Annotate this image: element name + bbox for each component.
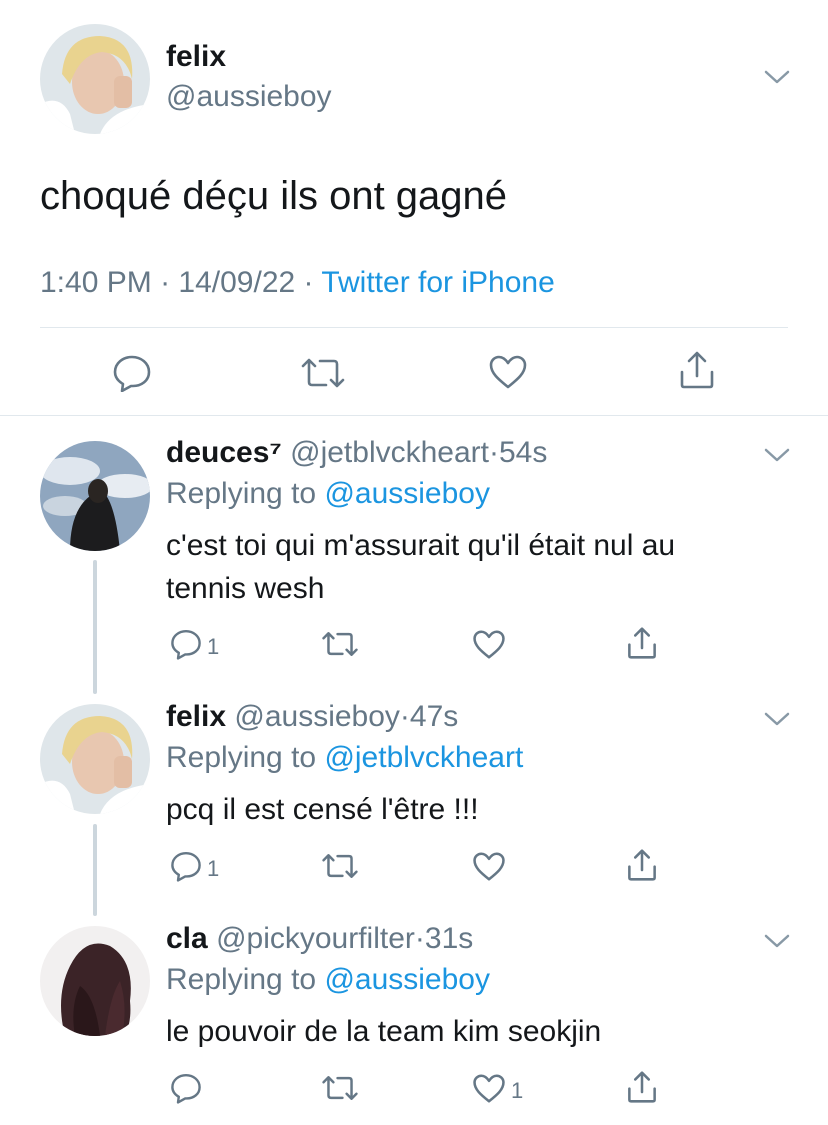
reply-3-handle[interactable]: @pickyourfilter [216,922,415,955]
avatar-deuces[interactable] [40,441,150,551]
reply-1-display-name[interactable]: deuces⁷ [166,436,282,469]
reply-2-header: felix @aussieboy·47s [166,700,458,734]
chevron-down-icon[interactable] [764,932,790,950]
heart-icon[interactable] [472,1073,506,1104]
reply-3-replying-to: Replying to @aussieboy [166,963,490,997]
reply-1-text-line-1: c'est toi qui m'assurait qu'il était nul… [166,529,676,562]
share-icon[interactable] [678,350,716,390]
retweet-icon[interactable] [300,356,346,390]
share-icon[interactable] [626,626,658,660]
thread-connector [93,824,97,916]
reply-bubble-icon[interactable] [170,850,202,882]
tweet-time: 1:40 PM [40,266,152,299]
reply-3-dot: · [414,922,425,955]
chevron-down-icon[interactable] [764,446,790,464]
avatar-felix[interactable] [40,704,150,814]
reply-bubble-icon[interactable] [112,354,152,392]
reply-1-header: deuces⁷ @jetblvckheart·54s [166,436,547,470]
replying-to-mention[interactable]: @jetblvckheart [324,741,523,774]
reply-3-age[interactable]: 31s [425,922,473,955]
reply-2-text: pcq il est censé l'être !!! [166,793,479,826]
thread-connector [93,560,97,694]
reply-1-replying-to: Replying to @aussieboy [166,477,490,511]
reply-2-dot: · [399,700,410,733]
meta-separator: · [160,266,171,299]
reply-2-handle[interactable]: @aussieboy [234,700,400,733]
retweet-icon[interactable] [321,630,359,658]
share-icon[interactable] [626,1070,658,1104]
reply-2-reply-count: 1 [207,856,220,881]
avatar-felix[interactable] [40,24,150,134]
reply-3-text: le pouvoir de la team kim seokjin [166,1015,602,1048]
reply-3-header: cla @pickyourfilter·31s [166,922,473,956]
divider [0,415,828,416]
replying-to-mention[interactable]: @aussieboy [324,963,490,996]
reply-2-display-name[interactable]: felix [166,700,226,733]
share-icon[interactable] [626,848,658,882]
replying-to-mention[interactable]: @aussieboy [324,477,490,510]
main-display-name[interactable]: felix [166,40,226,74]
chevron-down-icon[interactable] [764,68,790,86]
avatar-cla[interactable] [40,926,150,1036]
reply-bubble-icon[interactable] [170,628,202,660]
replying-to-label: Replying to [166,963,317,996]
reply-2-age[interactable]: 47s [410,700,458,733]
reply-bubble-icon[interactable] [170,1072,202,1104]
reply-1-reply-count: 1 [207,634,220,659]
reply-2-replying-to: Replying to @jetblvckheart [166,741,523,775]
tweet-source-link[interactable]: Twitter for iPhone [321,266,554,299]
replying-to-label: Replying to [166,477,317,510]
meta-separator: · [303,266,314,299]
tweet-meta: 1:40 PM · 14/09/22 · Twitter for iPhone [40,266,555,300]
main-handle[interactable]: @aussieboy [166,80,332,114]
reply-1-handle[interactable]: @jetblvckheart [290,436,489,469]
retweet-icon[interactable] [321,1074,359,1102]
reply-1-text-line-2: tennis wesh [166,572,325,605]
divider [40,327,788,328]
reply-3-like-count: 1 [511,1078,524,1103]
heart-icon[interactable] [472,851,506,882]
reply-1-dot: · [489,436,499,469]
heart-icon[interactable] [472,629,506,660]
tweet-date: 14/09/22 [178,266,296,299]
main-tweet-text: choqué déçu ils ont gagné [40,174,508,218]
heart-icon[interactable] [488,354,528,390]
reply-1-age[interactable]: 54s [499,436,547,469]
replying-to-label: Replying to [166,741,317,774]
reply-3-display-name[interactable]: cla [166,922,208,955]
chevron-down-icon[interactable] [764,710,790,728]
retweet-icon[interactable] [321,852,359,880]
